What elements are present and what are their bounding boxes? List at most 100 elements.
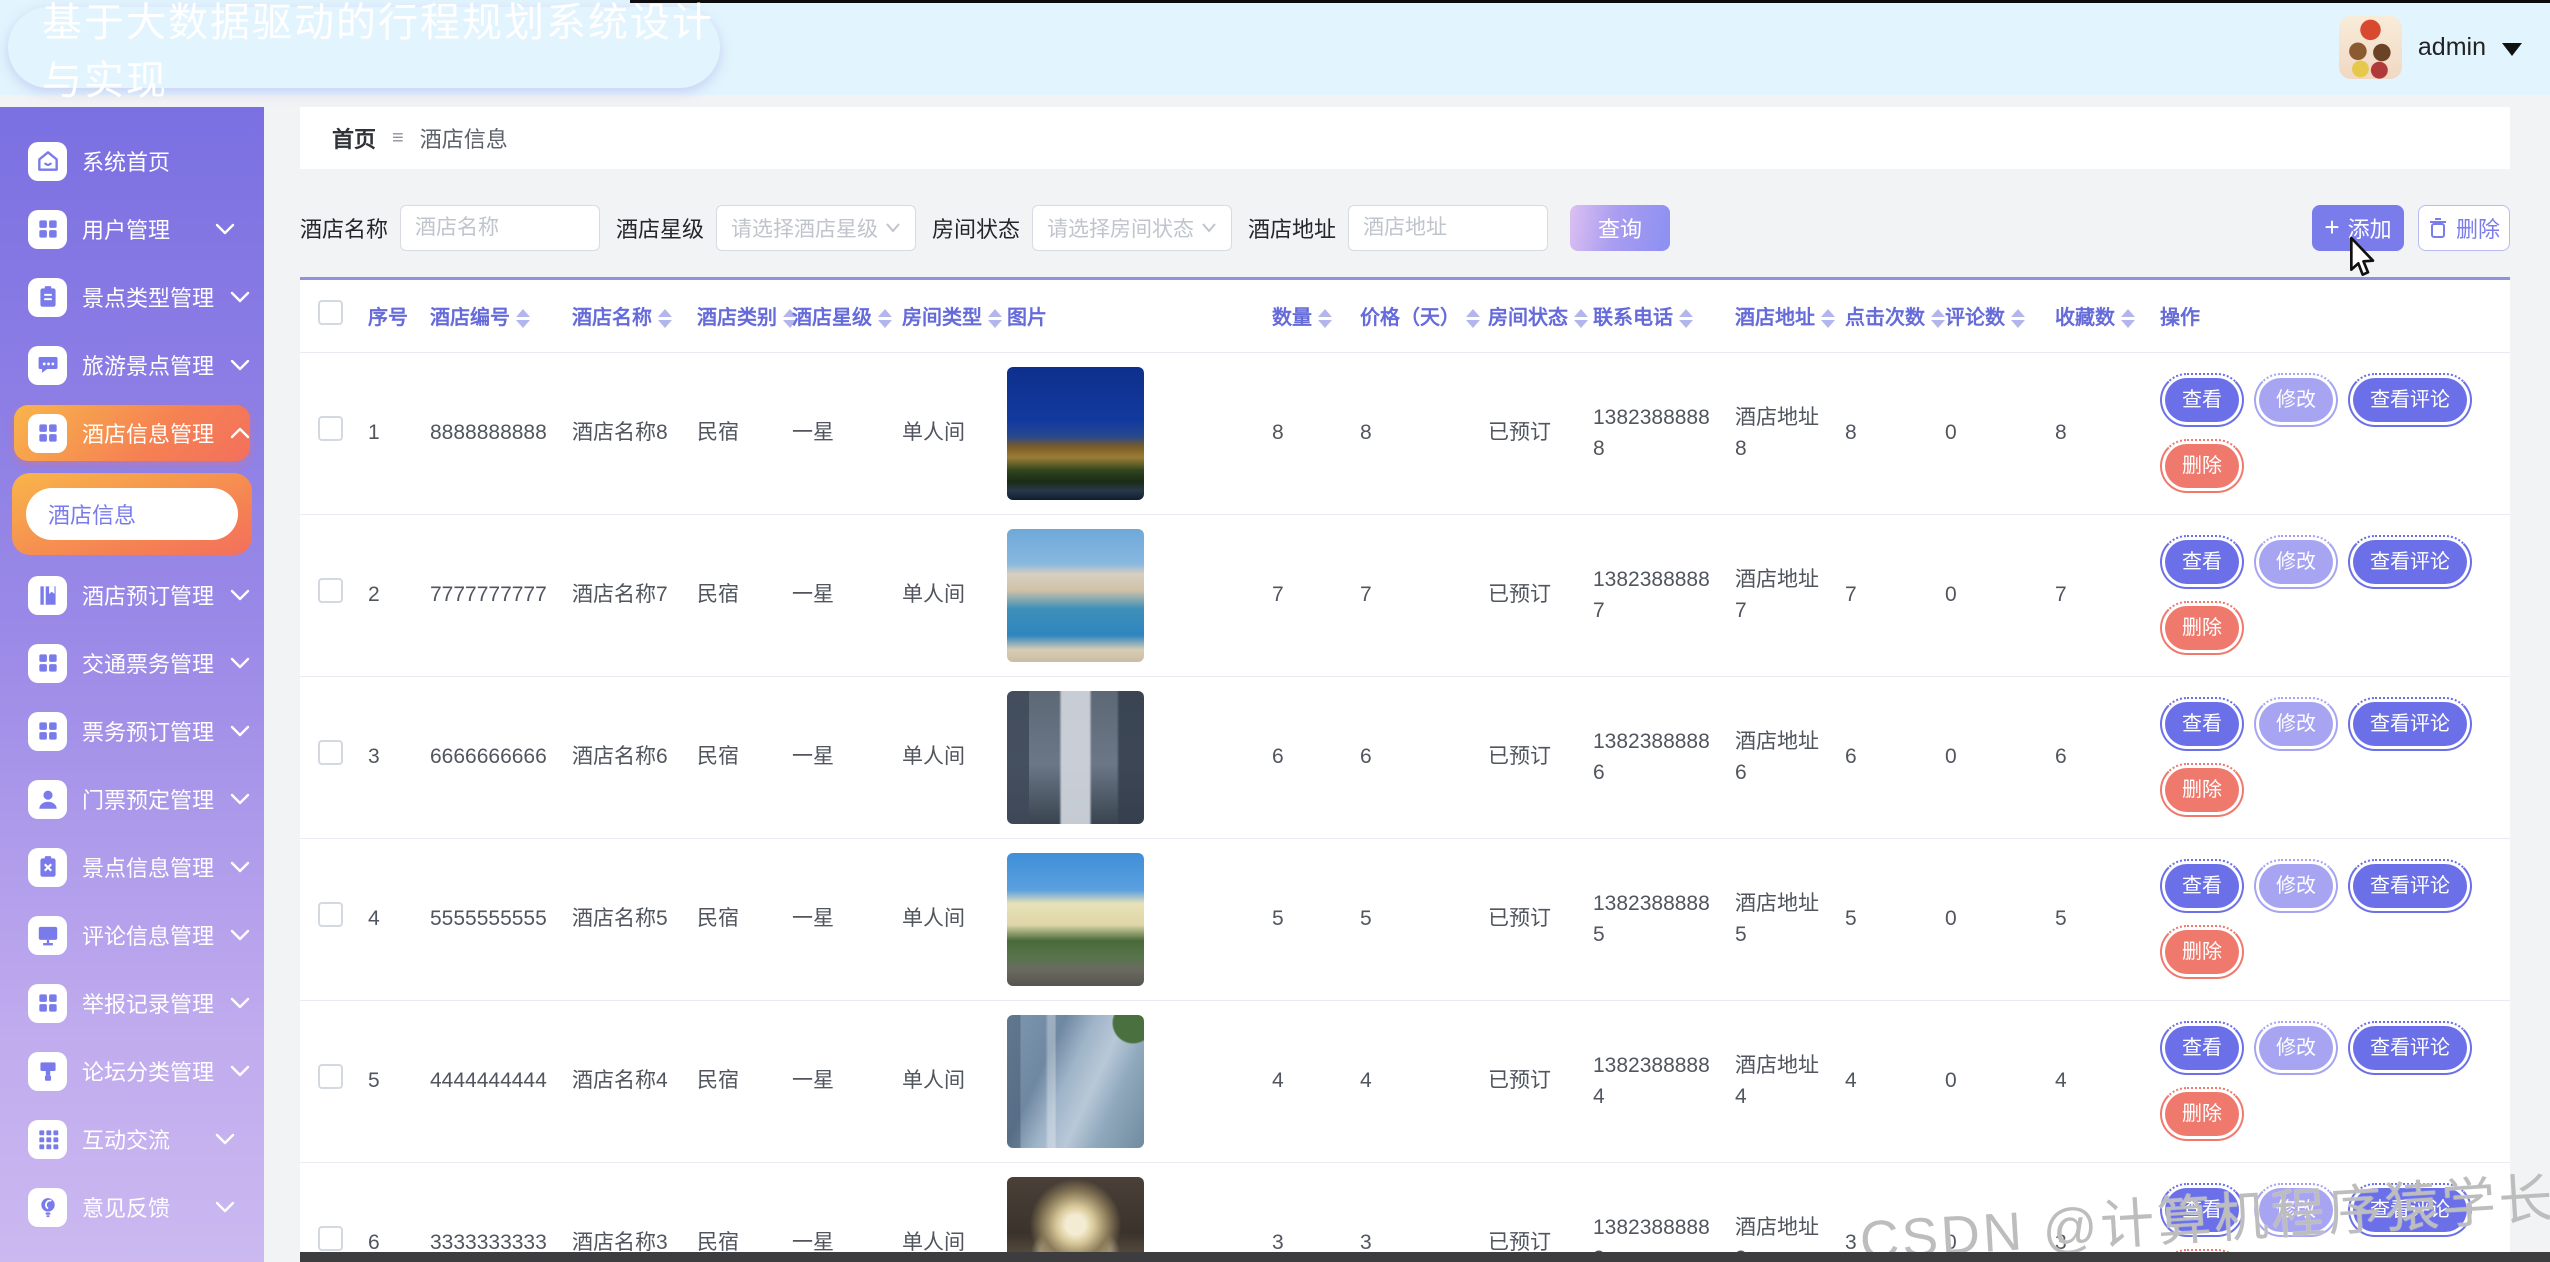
cell-category: 民宿 xyxy=(689,514,784,676)
horizontal-scrollbar[interactable] xyxy=(300,1252,2550,1262)
row-delete-button[interactable]: 删除 xyxy=(2160,1087,2244,1141)
row-delete-button[interactable]: 删除 xyxy=(2160,439,2244,493)
sort-icon[interactable] xyxy=(2011,309,2025,328)
query-button[interactable]: 查询 xyxy=(1570,205,1670,251)
hotel-address-input[interactable] xyxy=(1348,205,1548,251)
user-menu[interactable]: admin xyxy=(2339,14,2522,80)
view-button[interactable]: 查看 xyxy=(2160,535,2244,589)
sidebar-item-论坛分类管理[interactable]: 论坛分类管理 xyxy=(14,1043,250,1099)
hotel-name-input[interactable] xyxy=(400,205,600,251)
cell-hotel-id: 4444444444 xyxy=(422,1000,564,1162)
row-checkbox[interactable] xyxy=(318,578,343,603)
sort-icon[interactable] xyxy=(988,309,1002,328)
cell-actions: 查看 修改 查看评论 删除 xyxy=(2152,676,2510,838)
view-button[interactable]: 查看 xyxy=(2160,697,2244,751)
column-header-酒店星级[interactable]: 酒店星级 xyxy=(784,280,894,352)
cell-status: 已预订 xyxy=(1480,1000,1585,1162)
row-checkbox[interactable] xyxy=(318,740,343,765)
avatar[interactable] xyxy=(2339,16,2402,79)
sort-icon[interactable] xyxy=(1821,309,1835,328)
view-comments-button[interactable]: 查看评论 xyxy=(2348,1021,2472,1075)
sidebar-item-景点信息管理[interactable]: 景点信息管理 xyxy=(14,839,250,895)
sidebar-item-意见反馈[interactable]: 意见反馈 xyxy=(14,1179,250,1235)
column-header-酒店编号[interactable]: 酒店编号 xyxy=(422,280,564,352)
edit-button[interactable]: 修改 xyxy=(2254,859,2338,913)
view-comments-button[interactable]: 查看评论 xyxy=(2348,859,2472,913)
column-header-收藏数[interactable]: 收藏数 xyxy=(2047,280,2152,352)
view-comments-button[interactable]: 查看评论 xyxy=(2348,697,2472,751)
sidebar-item-酒店预订管理[interactable]: 酒店预订管理 xyxy=(14,567,250,623)
edit-button[interactable]: 修改 xyxy=(2254,373,2338,427)
view-button[interactable]: 查看 xyxy=(2160,1021,2244,1075)
column-header-酒店名称[interactable]: 酒店名称 xyxy=(564,280,689,352)
sort-icon[interactable] xyxy=(1679,309,1693,328)
delete-button[interactable]: 删除 xyxy=(2418,205,2510,251)
sidebar-subitem-酒店信息[interactable]: 酒店信息 xyxy=(26,488,238,540)
sidebar-item-用户管理[interactable]: 用户管理 xyxy=(14,201,250,257)
filter-label: 酒店地址 xyxy=(1248,212,1336,244)
sidebar-item-评论信息管理[interactable]: 评论信息管理 xyxy=(14,907,250,963)
column-header-联系电话[interactable]: 联系电话 xyxy=(1585,280,1727,352)
sort-icon[interactable] xyxy=(1466,309,1480,328)
sort-icon[interactable] xyxy=(658,309,672,328)
view-button[interactable]: 查看 xyxy=(2160,373,2244,427)
cell-room-type: 单人间 xyxy=(894,838,999,1000)
view-button[interactable]: 查看 xyxy=(2160,859,2244,913)
cell-phone: 13823888884 xyxy=(1585,1000,1727,1162)
column-header-点击次数[interactable]: 点击次数 xyxy=(1837,280,1937,352)
cell-hotel-name: 酒店名称3 xyxy=(564,1162,689,1262)
row-delete-button[interactable]: 删除 xyxy=(2160,601,2244,655)
column-header-房间状态[interactable]: 房间状态 xyxy=(1480,280,1585,352)
row-checkbox[interactable] xyxy=(318,902,343,927)
room-status-select[interactable]: 请选择房间状态 xyxy=(1032,205,1232,251)
column-header-评论数[interactable]: 评论数 xyxy=(1937,280,2047,352)
sort-icon[interactable] xyxy=(1931,309,1945,328)
sidebar-item-label: 酒店预订管理 xyxy=(82,579,214,611)
sidebar-item-票务预订管理[interactable]: 票务预订管理 xyxy=(14,703,250,759)
column-header-酒店地址[interactable]: 酒店地址 xyxy=(1727,280,1837,352)
edit-button[interactable]: 修改 xyxy=(2254,697,2338,751)
sort-icon[interactable] xyxy=(1574,309,1588,328)
chevron-down-icon xyxy=(229,860,251,874)
sort-icon[interactable] xyxy=(516,309,530,328)
cell-status: 已预订 xyxy=(1480,676,1585,838)
view-comments-button[interactable]: 查看评论 xyxy=(2348,373,2472,427)
cell-hotel-id: 3333333333 xyxy=(422,1162,564,1262)
cell-favorites: 6 xyxy=(2047,676,2152,838)
select-all-checkbox[interactable] xyxy=(318,300,343,325)
sidebar-item-交通票务管理[interactable]: 交通票务管理 xyxy=(14,635,250,691)
row-checkbox[interactable] xyxy=(318,416,343,441)
filter-label: 房间状态 xyxy=(932,212,1020,244)
column-header-数量[interactable]: 数量 xyxy=(1264,280,1352,352)
sort-icon[interactable] xyxy=(1318,309,1332,328)
sort-icon[interactable] xyxy=(2121,309,2135,328)
breadcrumb-home[interactable]: 首页 xyxy=(332,122,376,154)
edit-button[interactable]: 修改 xyxy=(2254,1021,2338,1075)
sort-icon[interactable] xyxy=(878,309,892,328)
sidebar-item-酒店信息管理[interactable]: 酒店信息管理 xyxy=(14,405,250,461)
column-header-价格（天）[interactable]: 价格（天） xyxy=(1352,280,1480,352)
sidebar-item-互动交流[interactable]: 互动交流 xyxy=(14,1111,250,1167)
row-checkbox[interactable] xyxy=(318,1226,343,1251)
cell-address: 酒店地址6 xyxy=(1727,676,1837,838)
column-header-房间类型[interactable]: 房间类型 xyxy=(894,280,999,352)
sidebar-item-系统首页[interactable]: 系统首页 xyxy=(14,133,250,189)
row-delete-button[interactable]: 删除 xyxy=(2160,925,2244,979)
cell-hotel-id: 5555555555 xyxy=(422,838,564,1000)
cell-actions: 查看 修改 查看评论 删除 xyxy=(2152,838,2510,1000)
column-header-操作: 操作 xyxy=(2152,280,2510,352)
sidebar-item-门票预定管理[interactable]: 门票预定管理 xyxy=(14,771,250,827)
sidebar-item-景点类型管理[interactable]: 景点类型管理 xyxy=(14,269,250,325)
row-checkbox[interactable] xyxy=(318,1064,343,1089)
hotel-star-select[interactable]: 请选择酒店星级 xyxy=(716,205,916,251)
view-comments-button[interactable]: 查看评论 xyxy=(2348,535,2472,589)
row-select xyxy=(300,1162,360,1262)
edit-button[interactable]: 修改 xyxy=(2254,535,2338,589)
row-delete-button[interactable]: 删除 xyxy=(2160,763,2244,817)
column-header-酒店类别[interactable]: 酒店类别 xyxy=(689,280,784,352)
table-row: 45555555555酒店名称5民宿一星单人间55已预订13823888885酒… xyxy=(300,838,2510,1000)
cell-image xyxy=(999,352,1264,514)
sidebar-item-举报记录管理[interactable]: 举报记录管理 xyxy=(14,975,250,1031)
sidebar-item-旅游景点管理[interactable]: 旅游景点管理 xyxy=(14,337,250,393)
hotel-table-card: 序号酒店编号酒店名称酒店类别酒店星级房间类型图片数量价格（天）房间状态联系电话酒… xyxy=(300,277,2510,1262)
